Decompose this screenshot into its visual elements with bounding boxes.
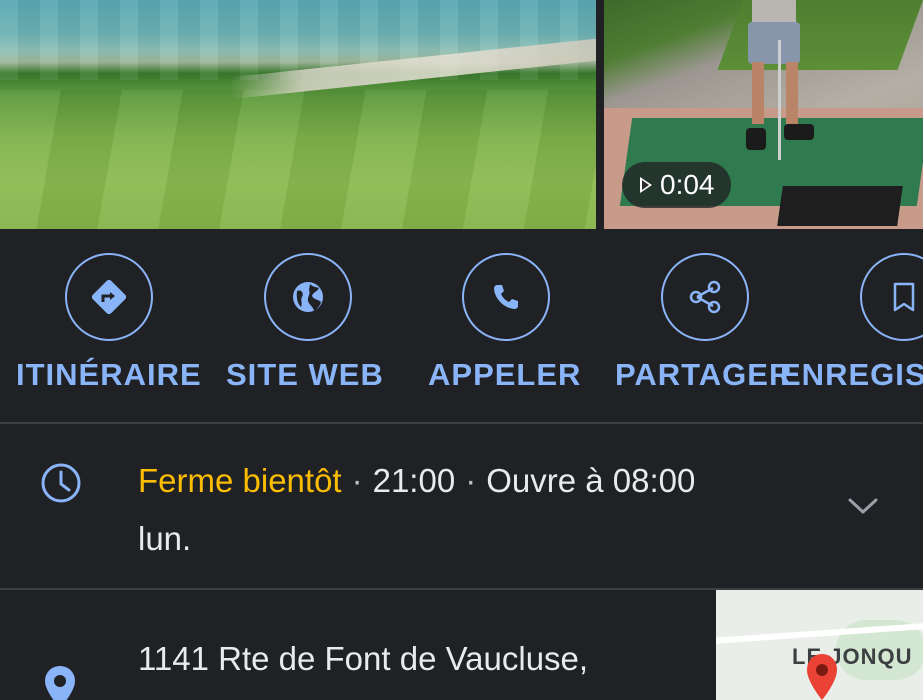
clock-icon	[41, 463, 81, 503]
location-pin-icon	[45, 666, 75, 700]
video-golfer	[742, 0, 814, 160]
call-button-circle[interactable]	[462, 253, 550, 341]
action-bar: ITINÉRAIRE SITE WEB APPELER PARTAGER ENR…	[0, 229, 923, 422]
website-button[interactable]: SITE WEB	[200, 253, 400, 403]
hours-separator: ·	[351, 462, 363, 499]
website-label: SITE WEB	[226, 357, 384, 392]
phone-icon	[494, 285, 518, 309]
save-button[interactable]: ENREGISTRER	[780, 253, 923, 403]
hours-summary: Ferme bientôt · 21:00 · Ouvre à 08:00	[138, 462, 695, 500]
call-label: APPELER	[428, 357, 582, 392]
hours-status: Ferme bientôt	[138, 462, 342, 499]
hours-next-day: lun.	[138, 520, 192, 557]
map-thumbnail[interactable]: LE JONQU	[716, 590, 923, 700]
photo-golf-course[interactable]	[0, 0, 596, 229]
bookmark-icon	[893, 282, 915, 312]
photo-fairway	[0, 90, 596, 229]
hours-next-open: Ouvre à 08:00	[486, 462, 696, 499]
photo-carousel[interactable]: 0:04	[0, 0, 923, 229]
video-tee-block	[777, 186, 903, 226]
play-icon	[640, 177, 652, 193]
directions-label: ITINÉRAIRE	[16, 357, 202, 392]
video-duration: 0:04	[660, 169, 715, 200]
call-button[interactable]: APPELER	[400, 253, 600, 403]
hours-separator: ·	[465, 462, 477, 499]
share-button[interactable]: PARTAGER	[600, 253, 800, 403]
share-label: PARTAGER	[615, 357, 793, 392]
video-duration-badge[interactable]: 0:04	[622, 162, 731, 208]
map-marker-icon	[807, 654, 837, 700]
share-button-circle[interactable]	[661, 253, 749, 341]
address-line: 1141 Rte de Font de Vaucluse,	[138, 640, 589, 677]
directions-icon	[91, 279, 127, 315]
save-button-circle[interactable]	[860, 253, 923, 341]
address-row[interactable]: 1141 Rte de Font de Vaucluse, LE JONQU	[0, 590, 923, 700]
directions-button[interactable]: ITINÉRAIRE	[0, 253, 202, 403]
save-label: ENREGISTRER	[780, 357, 923, 392]
share-icon	[689, 280, 721, 314]
chevron-down-icon[interactable]	[846, 494, 880, 518]
hours-close-time: 21:00	[372, 462, 456, 499]
directions-button-circle[interactable]	[65, 253, 153, 341]
place-details-screen: 0:04 ITINÉRAIRE SITE WEB APPELER PARTAGE…	[0, 0, 923, 700]
globe-icon	[293, 282, 323, 312]
hours-row[interactable]: Ferme bientôt · 21:00 · Ouvre à 08:00 lun.	[0, 424, 923, 588]
website-button-circle[interactable]	[264, 253, 352, 341]
